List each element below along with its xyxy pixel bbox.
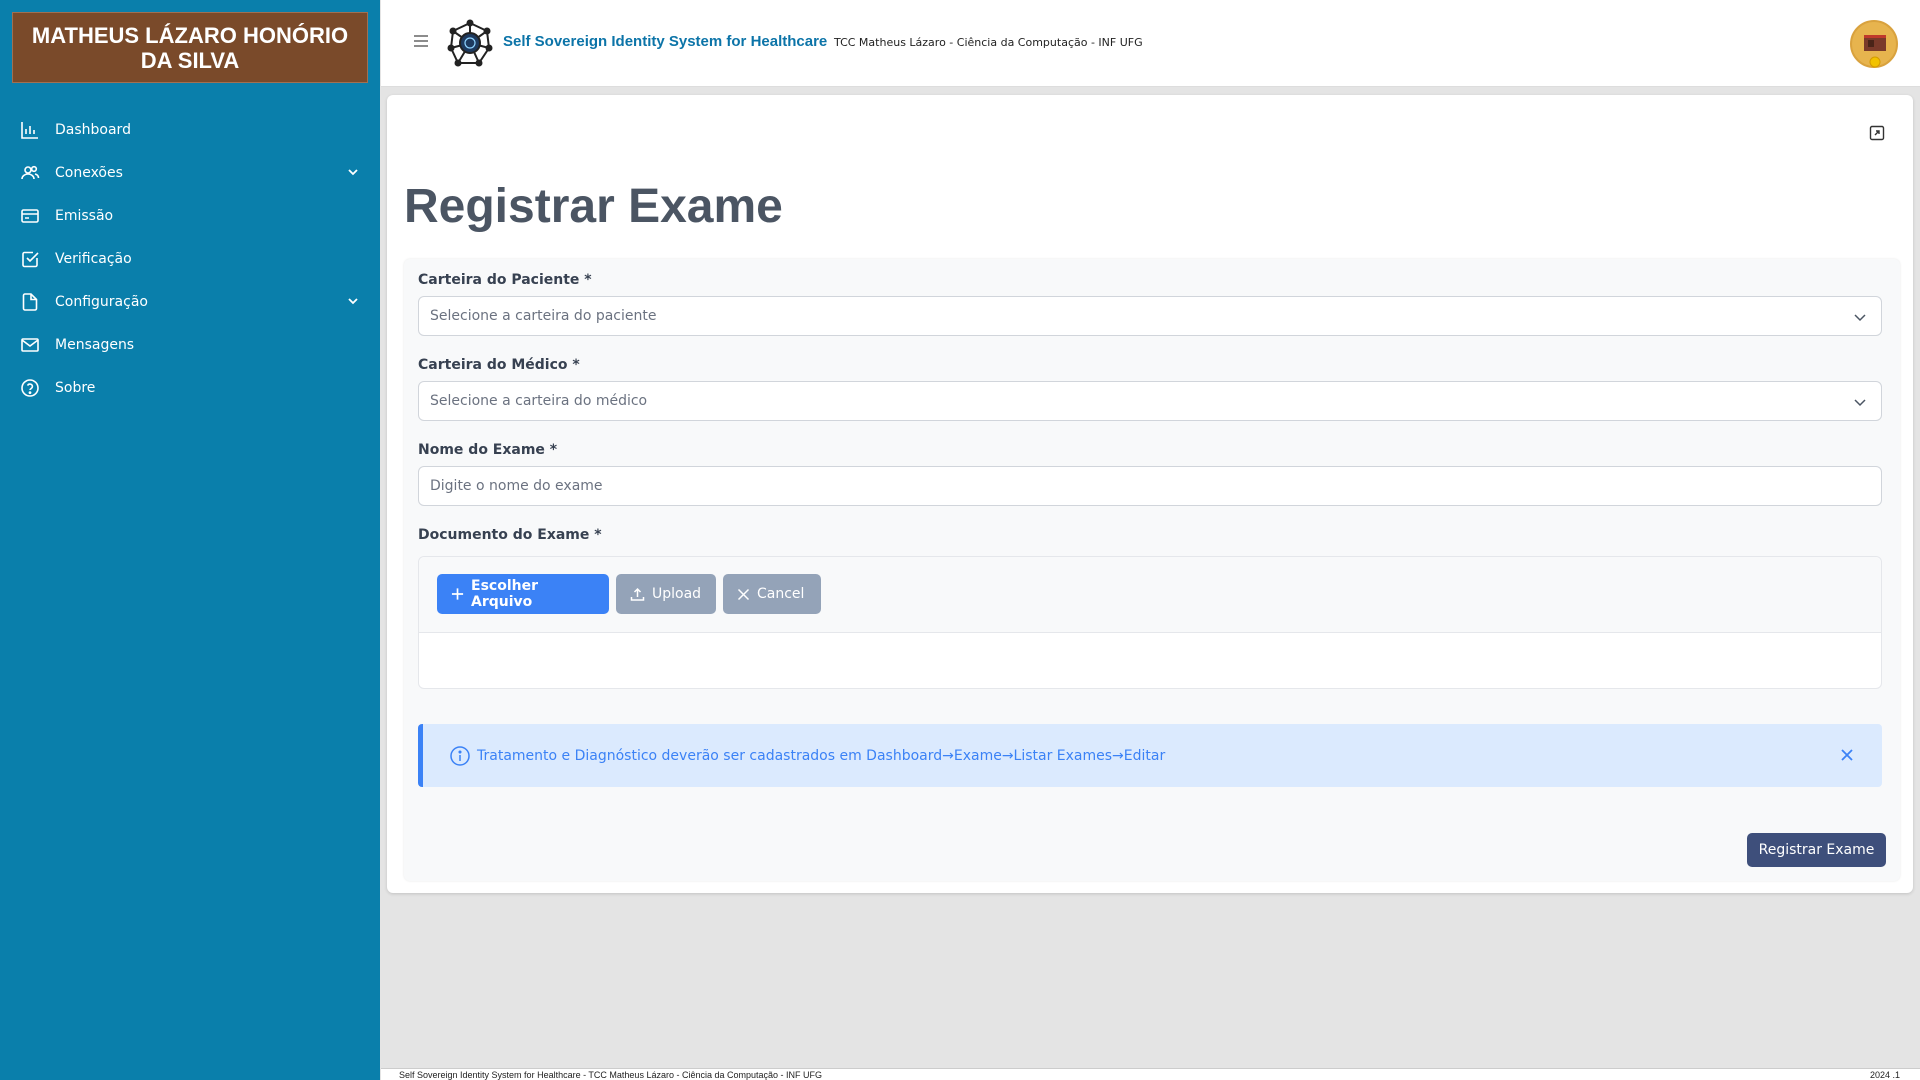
bar-chart-icon xyxy=(19,119,41,141)
sidebar-item-verificacao[interactable]: Verificação xyxy=(0,237,380,280)
app-subtitle: TCC Matheus Lázaro - Ciência da Computaç… xyxy=(834,36,1143,49)
file-upload: Escolher Arquivo Upload Cancel xyxy=(418,556,1882,689)
main-card: Registrar Exame Carteira do Paciente * S… xyxy=(387,95,1913,893)
cancel-button[interactable]: Cancel xyxy=(723,574,821,614)
cancel-label: Cancel xyxy=(757,586,805,602)
chevron-down-icon xyxy=(1854,399,1866,407)
choose-file-label: Escolher Arquivo xyxy=(471,578,539,610)
doctor-wallet-placeholder: Selecione a carteira do médico xyxy=(430,393,648,409)
footer-version: 2024 .1 xyxy=(1869,1070,1900,1080)
sidebar-item-label: Emissão xyxy=(55,207,114,224)
upload-icon xyxy=(630,587,645,601)
sidebar-item-label: Configuração xyxy=(55,293,148,310)
footer-text: Self Sovereign Identity System for Healt… xyxy=(399,1070,823,1080)
network-logo-icon xyxy=(447,19,493,67)
upload-label: Upload xyxy=(652,586,702,602)
close-icon[interactable] xyxy=(1840,748,1854,762)
credit-card-icon xyxy=(19,205,41,227)
patient-wallet-placeholder: Selecione a carteira do paciente xyxy=(430,308,657,324)
sidebar: MATHEUS LÁZARO HONÓRIO DA SILVA Dashboar… xyxy=(0,0,380,1080)
sidebar-item-label: Conexões xyxy=(55,164,123,181)
upload-button[interactable]: Upload xyxy=(616,574,716,614)
chevron-down-icon xyxy=(1854,314,1866,322)
page-title: Registrar Exame xyxy=(404,180,783,233)
sidebar-menu: Dashboard Conexões Emissão Verificação C… xyxy=(0,108,380,409)
file-upload-toolbar: Escolher Arquivo Upload Cancel xyxy=(419,557,1881,633)
info-alert: Tratamento e Diagnóstico deverão ser cad… xyxy=(418,724,1882,787)
sidebar-item-mensagens[interactable]: Mensagens xyxy=(0,323,380,366)
sidebar-item-label: Sobre xyxy=(55,379,96,396)
exam-document-label: Documento do Exame * xyxy=(418,527,602,543)
hamburger-menu-icon[interactable] xyxy=(413,34,429,48)
sidebar-item-conexoes[interactable]: Conexões xyxy=(0,151,380,194)
footer: Self Sovereign Identity System for Healt… xyxy=(381,1068,1920,1080)
info-message: Tratamento e Diagnóstico deverão ser cad… xyxy=(477,747,1166,764)
sidebar-item-sobre[interactable]: Sobre xyxy=(0,366,380,409)
doctor-wallet-label: Carteira do Médico * xyxy=(418,357,580,373)
sidebar-item-emissao[interactable]: Emissão xyxy=(0,194,380,237)
expand-icon[interactable] xyxy=(1869,125,1885,141)
avatar[interactable] xyxy=(1850,20,1898,68)
sidebar-item-configuracao[interactable]: Configuração xyxy=(0,280,380,323)
choose-file-button[interactable]: Escolher Arquivo xyxy=(437,574,609,614)
exam-name-label: Nome do Exame * xyxy=(418,442,558,458)
close-icon xyxy=(737,588,750,600)
check-square-icon xyxy=(19,248,41,270)
sidebar-item-label: Dashboard xyxy=(55,121,131,138)
exam-name-placeholder: Digite o nome do exame xyxy=(430,478,603,494)
sidebar-item-dashboard[interactable]: Dashboard xyxy=(0,108,380,151)
app-title: Self Sovereign Identity System for Healt… xyxy=(503,33,828,50)
exam-name-input[interactable]: Digite o nome do exame xyxy=(418,466,1882,506)
chevron-down-icon[interactable] xyxy=(346,294,360,308)
avatar-image-icon xyxy=(1864,35,1886,68)
patient-wallet-select[interactable]: Selecione a carteira do paciente xyxy=(418,296,1882,336)
plus-icon xyxy=(451,588,464,600)
file-icon xyxy=(19,291,41,313)
exam-form: Carteira do Paciente * Selecione a carte… xyxy=(404,259,1900,881)
doctor-wallet-select[interactable]: Selecione a carteira do médico xyxy=(418,381,1882,421)
user-name-banner: MATHEUS LÁZARO HONÓRIO DA SILVA xyxy=(12,12,368,83)
register-exam-button[interactable]: Registrar Exame xyxy=(1747,833,1886,867)
chevron-down-icon[interactable] xyxy=(346,165,360,179)
envelope-icon xyxy=(19,334,41,356)
info-icon xyxy=(450,745,470,766)
patient-wallet-label: Carteira do Paciente * xyxy=(418,272,592,288)
top-bar: Self Sovereign Identity System for Healt… xyxy=(381,0,1920,87)
users-icon xyxy=(19,162,41,184)
help-circle-icon xyxy=(19,377,41,399)
sidebar-item-label: Mensagens xyxy=(55,336,135,353)
sidebar-item-label: Verificação xyxy=(55,250,132,267)
